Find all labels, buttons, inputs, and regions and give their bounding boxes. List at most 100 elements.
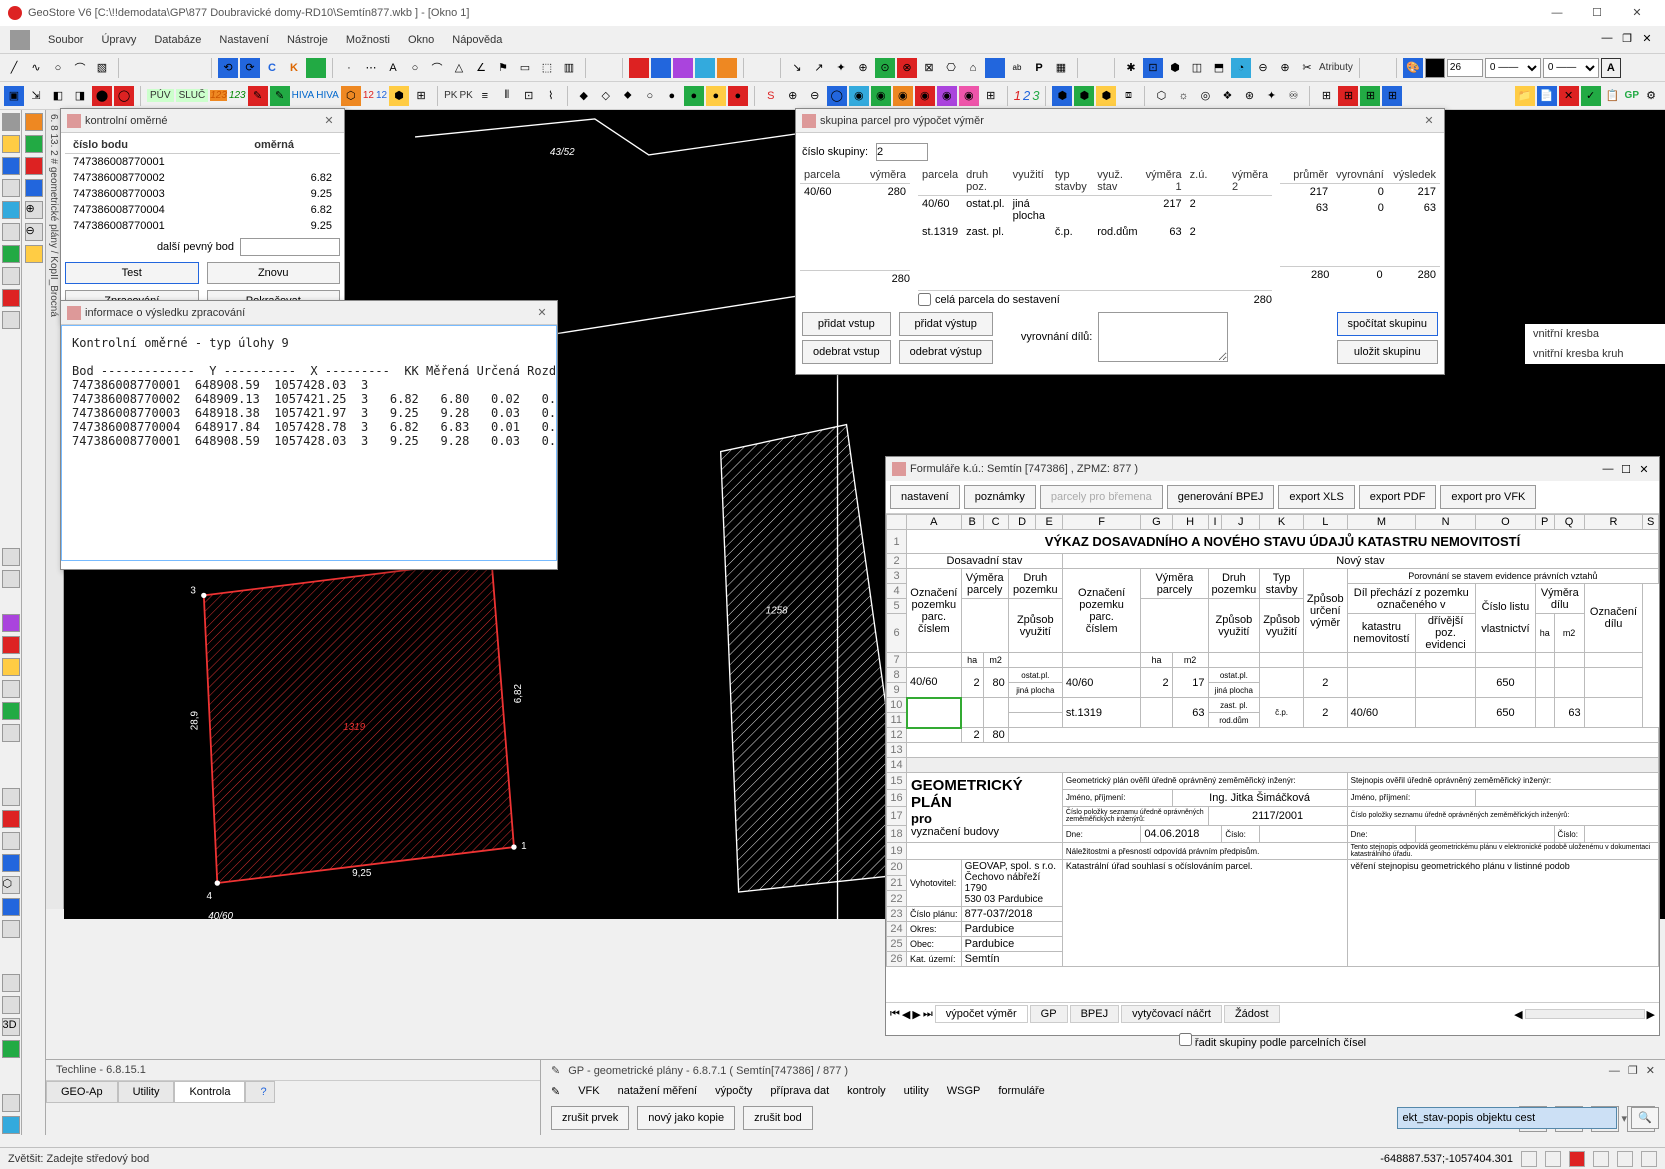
search-input[interactable] [1397,1107,1617,1129]
snap9-icon[interactable]: ✂ [1297,58,1317,78]
skm-r1-6[interactable]: 2 [1186,224,1228,240]
r2-j[interactable]: ⬢ [389,86,409,106]
r2-b[interactable]: ⇲ [26,86,46,106]
gp-m-kontroly[interactable]: kontroly [847,1085,886,1098]
skr-r0-2[interactable]: 217 [1388,184,1440,200]
r2-aw[interactable]: ⊞ [1382,86,1402,106]
lsb2-a[interactable] [25,113,43,131]
skm-r1-0[interactable]: st.1319 [918,224,962,240]
menu-nastroje[interactable]: Nástroje [287,34,328,46]
lsb-x[interactable] [2,920,20,938]
curve-icon[interactable]: ⌒ [70,58,90,78]
r2-z[interactable]: ⊖ [805,86,825,106]
sh-r8-lv[interactable]: 650 [1475,668,1535,698]
hatch-icon[interactable]: ▥ [559,58,579,78]
bt-zadost[interactable]: Žádost [1224,1005,1280,1023]
skr-r1-2[interactable]: 63 [1388,200,1440,216]
lsb-n[interactable] [2,658,20,676]
lsb-h[interactable] [2,289,20,307]
r2-am[interactable]: ⬡ [1151,86,1171,106]
om-r3-id[interactable]: 747386008770004 [65,202,246,218]
wf-tab-bpej[interactable]: generování BPEJ [1167,485,1275,509]
dim4-icon[interactable]: ⊕ [853,58,873,78]
menu-databaze[interactable]: Databáze [154,34,201,46]
skm-r0-2[interactable]: jiná plocha [1009,196,1051,224]
skr-r1-0[interactable]: 63 [1280,200,1332,216]
r2-e[interactable]: ⬤ [92,86,112,106]
gp-btn-novy-kopie[interactable]: nový jako kopie [637,1106,735,1130]
lsb-e[interactable] [2,223,20,241]
skm-r0-1[interactable]: ostat.pl. [962,196,1009,224]
r2-as[interactable]: ♾ [1283,86,1303,106]
r2-i[interactable]: ⬡ [341,86,361,106]
skm-r0-0[interactable]: 40/60 [918,196,962,224]
status-i5[interactable] [1617,1151,1633,1167]
gp-btn-zrusit-bod[interactable]: zrušit bod [743,1106,813,1130]
r2-x[interactable]: S [761,86,781,106]
arc-icon[interactable]: ⌒ [427,58,447,78]
lsb-d[interactable] [2,201,20,219]
sh-r10-ntyp[interactable]: č.p. [1260,698,1304,728]
lsb-p[interactable] [2,702,20,720]
r2-a[interactable]: ▣ [4,86,24,106]
r2-f[interactable]: ◯ [114,86,134,106]
n12-1[interactable]: 12 [363,90,374,101]
btn-test[interactable]: Test [65,262,199,284]
dim10-icon[interactable] [985,58,1005,78]
btn-pridat-vstup[interactable]: přidat vstup [802,312,891,336]
skr-r0-0[interactable]: 217 [1280,184,1332,200]
r2-ad[interactable]: ◉ [893,86,913,106]
r2-ab[interactable]: ◉ [849,86,869,106]
lsb-t[interactable] [2,832,20,850]
lsb-i[interactable] [2,311,20,329]
wf-tab-xls[interactable]: export XLS [1278,485,1354,509]
wf-tab-poznamky[interactable]: poznámky [964,485,1036,509]
bt-vypocet[interactable]: výpočet výměr [935,1005,1028,1023]
r2-aj[interactable]: ⬢ [1074,86,1094,106]
sh-cplanuv[interactable]: 877-037/2018 [961,907,1062,922]
skm-r0-7[interactable] [1228,196,1272,224]
r2-r[interactable]: ⬥ [618,86,638,106]
r2-ah[interactable]: ⊞ [981,86,1001,106]
hiya-1[interactable]: HIVA [292,90,315,101]
seg3-icon[interactable] [673,58,693,78]
pk1[interactable]: PK [444,90,457,101]
btn-spocitat[interactable]: spočítat skupinu [1337,312,1439,336]
cislo-skupiny-input[interactable] [876,143,928,161]
n123-2[interactable]: 123 [229,90,246,101]
bt-prev[interactable]: ◀ [902,1008,910,1021]
sh-r8-nm2[interactable]: 17 [1172,668,1208,698]
wf-tab-pdf[interactable]: export PDF [1359,485,1437,509]
menu-moznosti[interactable]: Možnosti [346,34,390,46]
angle-icon[interactable]: ∠ [471,58,491,78]
gp-badge[interactable]: GP [1625,90,1639,101]
wf-tab-vfk[interactable]: export pro VFK [1440,485,1536,509]
skm-r1-2[interactable] [1009,224,1051,240]
om-r1-v[interactable]: 6.82 [246,170,340,186]
lsb-b[interactable] [2,157,20,175]
gp-m-priprava[interactable]: příprava dat [770,1085,829,1098]
lsb2-c[interactable] [25,157,43,175]
r2-bb[interactable]: 📋 [1603,86,1623,106]
r2-l[interactable]: ≡ [475,86,495,106]
gp-m-vypocty[interactable]: výpočty [715,1085,752,1098]
sh-r8-ha[interactable]: 2 [961,668,983,698]
rect2-icon[interactable]: ⬚ [537,58,557,78]
status-i2[interactable] [1545,1151,1561,1167]
lsb-f[interactable] [2,245,20,263]
om-r2-v[interactable]: 9.25 [246,186,340,202]
lsb2-d[interactable] [25,179,43,197]
seg4-icon[interactable] [695,58,715,78]
btn-pridat-vystup[interactable]: přidat výstup [899,312,993,336]
vyrov-dilu-input[interactable] [1098,312,1228,362]
gp-m-nataz[interactable]: natažení měření [618,1085,698,1098]
num1[interactable]: 1 [1014,88,1021,103]
num2[interactable]: 2 [1023,88,1030,103]
wf-min[interactable]: — [1599,463,1617,475]
r2-w[interactable]: ● [728,86,748,106]
lsb-m[interactable] [2,636,20,654]
num-input[interactable] [1447,59,1483,77]
r2-u[interactable]: ● [684,86,704,106]
lsb-aa[interactable]: 3D [2,1018,20,1036]
lsb-k[interactable] [2,570,20,588]
